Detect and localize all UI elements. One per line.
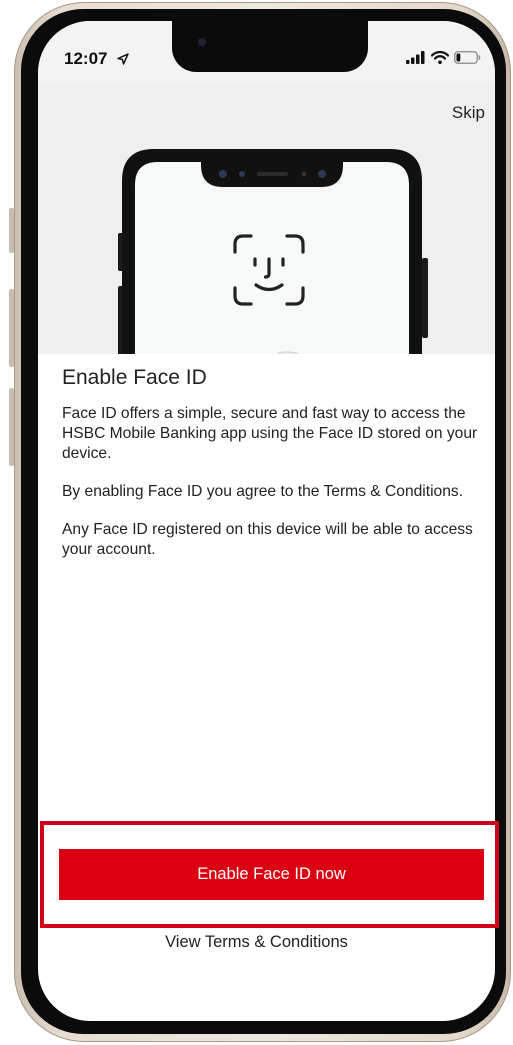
cellular-signal-icon	[406, 51, 426, 69]
view-terms-link[interactable]: View Terms & Conditions	[0, 933, 513, 952]
device-notch	[172, 21, 368, 72]
front-camera	[198, 38, 206, 46]
main-content: Enable Face ID Face ID offers a simple, …	[62, 366, 486, 578]
volume-up-button	[9, 289, 14, 367]
status-time: 12:07	[64, 49, 108, 68]
location-arrow-icon	[117, 52, 129, 70]
battery-low-icon	[454, 51, 481, 69]
volume-down-button	[9, 388, 14, 466]
page-title: Enable Face ID	[62, 366, 207, 389]
phone-illustration	[118, 149, 428, 354]
face-id-icon	[231, 232, 307, 313]
hero-illustration: Skip	[38, 83, 495, 354]
intro-paragraph: Face ID offers a simple, secure and fast…	[62, 405, 478, 462]
account-access-paragraph: Any Face ID registered on this device wi…	[62, 521, 473, 558]
enable-face-id-button[interactable]: Enable Face ID now	[59, 849, 484, 900]
mute-switch	[9, 208, 14, 253]
wifi-icon	[430, 51, 450, 69]
terms-agreement-paragraph: By enabling Face ID you agree to the Ter…	[62, 483, 464, 500]
